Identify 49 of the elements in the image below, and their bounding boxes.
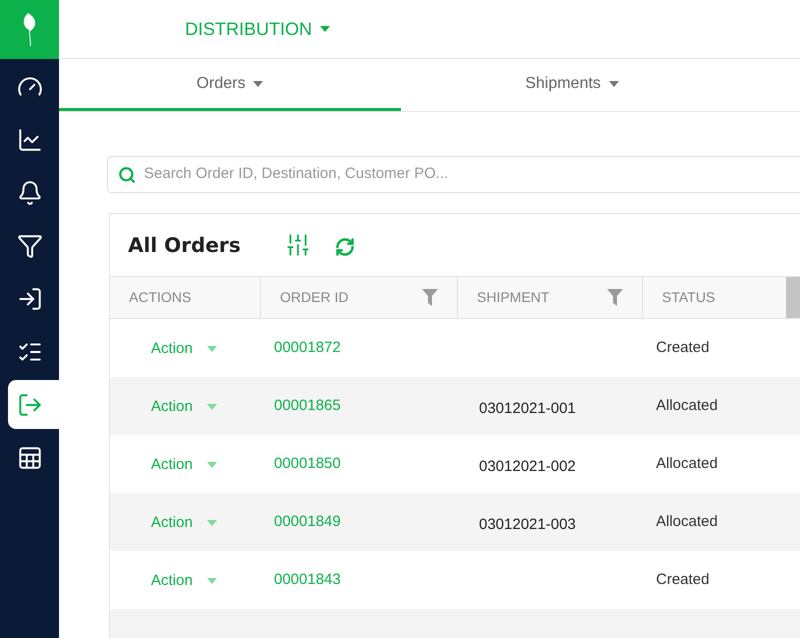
action-dropdown[interactable]: Action [151, 571, 217, 591]
logo-tile[interactable] [0, 0, 59, 59]
tab[interactable]: Orders [59, 59, 401, 111]
table-cell: 03012021-002 [479, 458, 576, 475]
card-title: All Orders [128, 232, 241, 259]
caret-icon [608, 80, 619, 86]
filter-icon[interactable] [422, 289, 438, 306]
leaf-logo-icon [22, 12, 36, 46]
sign-in-icon [16, 286, 42, 312]
action-dropdown[interactable]: Action [151, 397, 217, 417]
status-text: Allocated [656, 455, 718, 472]
order-id-link[interactable]: 00001872 [274, 339, 341, 356]
caret-icon [206, 404, 217, 410]
status-text: Allocated [656, 513, 718, 530]
order-id-link[interactable]: 00001865 [274, 397, 341, 414]
action-dropdown[interactable]: Action [151, 513, 217, 533]
order-id-link[interactable]: 00001849 [274, 513, 341, 530]
search-icon [118, 166, 136, 184]
column-scroll-handle [786, 277, 800, 318]
table-cell: 03012021-003 [479, 516, 576, 533]
bell-icon [16, 180, 42, 206]
caret-icon [320, 26, 330, 32]
caret-icon [206, 578, 217, 584]
caret-icon [206, 520, 217, 526]
column-header[interactable]: ACTIONS [110, 277, 260, 318]
action-dropdown[interactable]: Action [151, 339, 217, 359]
status-text: Created [656, 339, 710, 356]
caret-icon [206, 346, 217, 352]
caret-icon [253, 80, 264, 86]
table-icon [16, 444, 42, 470]
status-text: Allocated [656, 397, 718, 414]
order-id-link[interactable]: 00001850 [274, 455, 341, 472]
refresh-icon[interactable] [334, 237, 355, 257]
column-header[interactable]: SHIPMENT [457, 277, 642, 318]
caret-icon [206, 462, 217, 468]
sign-out-icon [16, 392, 42, 418]
sliders-icon[interactable] [284, 232, 311, 258]
action-dropdown[interactable]: Action [151, 455, 217, 475]
filter-icon[interactable] [607, 289, 623, 306]
status-text: Created [656, 571, 710, 588]
tab[interactable]: Shipments [401, 59, 743, 111]
line-chart-icon [16, 126, 42, 152]
table-cell: 03012021-001 [479, 400, 576, 417]
search-input[interactable]: Search Order ID, Destination, Customer PO... [144, 163, 800, 186]
order-id-link[interactable]: 00001843 [274, 571, 341, 588]
column-header[interactable]: ORDER ID [260, 277, 457, 318]
search-field[interactable]: Search Order ID, Destination, Customer PO... [107, 156, 800, 193]
funnel-icon [16, 232, 42, 258]
section-dropdown[interactable]: DISTRIBUTION [185, 16, 330, 42]
